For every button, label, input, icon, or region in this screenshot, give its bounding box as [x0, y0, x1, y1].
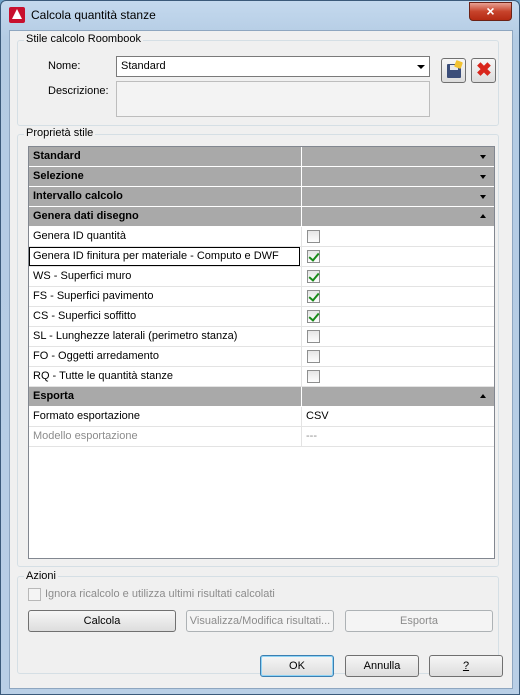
help-button[interactable]: ? — [429, 655, 503, 677]
property-checkbox[interactable] — [307, 290, 320, 303]
property-checkbox[interactable] — [307, 370, 320, 383]
property-value-cell — [301, 347, 492, 366]
title-bar[interactable]: Calcola quantità stanze × — [1, 1, 519, 29]
name-label: Nome: — [48, 60, 81, 72]
dialog-window: Calcola quantità stanze × Stile calcolo … — [0, 0, 520, 695]
property-value-cell — [301, 247, 492, 266]
autocad-logo-icon — [9, 7, 25, 23]
properties-group-label: Proprietà stile — [24, 127, 96, 139]
property-checkbox-row[interactable]: FO - Oggetti arredamento — [29, 347, 494, 367]
category-label: Esporta — [33, 390, 74, 402]
property-label: WS - Superfici muro — [33, 270, 132, 282]
chevron-down-icon[interactable] — [480, 155, 486, 159]
property-checkbox-row[interactable]: SL - Lunghezze laterali (perimetro stanz… — [29, 327, 494, 347]
dialog-client-area: Stile calcolo Roombook Nome: Standard ✖ … — [9, 30, 513, 689]
category-label: Standard — [33, 150, 81, 162]
actions-group-label: Azioni — [24, 570, 58, 582]
property-checkbox-row[interactable]: CS - Superfici soffitto — [29, 307, 494, 327]
chevron-down-icon[interactable] — [480, 175, 486, 179]
delete-style-button[interactable]: ✖ — [471, 58, 496, 83]
style-name-combo[interactable]: Standard — [116, 56, 430, 77]
property-category-row[interactable]: Standard — [29, 147, 494, 167]
cancel-button[interactable]: Annulla — [345, 655, 419, 677]
property-label: Genera ID quantità — [33, 230, 126, 242]
category-label: Genera dati disegno — [33, 210, 139, 222]
property-value: CSV — [301, 407, 492, 426]
save-style-icon — [447, 64, 461, 78]
property-checkbox[interactable] — [307, 230, 320, 243]
category-value-cell — [301, 167, 492, 186]
property-value-cell — [301, 267, 492, 286]
property-value-cell — [301, 307, 492, 326]
property-checkbox[interactable] — [307, 250, 320, 263]
property-checkbox[interactable] — [307, 310, 320, 323]
property-value: --- — [301, 427, 492, 446]
export-button[interactable]: Esporta — [345, 610, 493, 632]
property-value-cell — [301, 227, 492, 246]
property-label: Formato esportazione — [33, 410, 140, 422]
property-grid[interactable]: Standard Selezione Intervallo calcolo Gener… — [28, 146, 495, 559]
chevron-up-icon[interactable] — [480, 214, 486, 218]
property-value-cell — [301, 287, 492, 306]
style-group-label: Stile calcolo Roombook — [24, 33, 143, 45]
property-checkbox-row[interactable]: Genera ID finitura per materiale - Compu… — [29, 247, 494, 267]
property-category-row[interactable]: Intervallo calcolo — [29, 187, 494, 207]
close-button[interactable]: × — [469, 2, 512, 21]
chevron-down-icon — [417, 65, 425, 69]
property-checkbox[interactable] — [307, 330, 320, 343]
property-label: CS - Superfici soffitto — [33, 310, 137, 322]
property-label: FO - Oggetti arredamento — [33, 350, 159, 362]
category-value-cell — [301, 187, 492, 206]
property-checkbox-row[interactable]: FS - Superfici pavimento — [29, 287, 494, 307]
calculate-button[interactable]: Calcola — [28, 610, 176, 632]
category-label: Selezione — [33, 170, 84, 182]
window-title: Calcola quantità stanze — [31, 8, 156, 22]
property-checkbox-row[interactable]: RQ - Tutte le quantità stanze — [29, 367, 494, 387]
property-checkbox[interactable] — [307, 270, 320, 283]
help-label: ? — [462, 660, 470, 672]
view-edit-results-button[interactable]: Visualizza/Modifica risultati... — [186, 610, 334, 632]
property-label: RQ - Tutte le quantità stanze — [33, 370, 174, 382]
property-checkbox[interactable] — [307, 350, 320, 363]
property-label: SL - Lunghezze laterali (perimetro stanz… — [33, 330, 238, 342]
category-label: Intervallo calcolo — [33, 190, 123, 202]
property-label: Genera ID finitura per materiale - Compu… — [29, 247, 300, 266]
style-name-value: Standard — [121, 60, 166, 72]
property-label: FS - Superfici pavimento — [33, 290, 154, 302]
ignore-recalc-checkbox[interactable] — [28, 588, 41, 601]
property-text-row[interactable]: Formato esportazione CSV — [29, 407, 494, 427]
category-value-cell — [301, 387, 492, 406]
property-value-cell — [301, 367, 492, 386]
property-category-row[interactable]: Genera dati disegno — [29, 207, 494, 227]
property-label: Modello esportazione — [33, 430, 138, 442]
description-field[interactable] — [116, 81, 430, 117]
ignore-recalc-label: Ignora ricalcolo e utilizza ultimi risul… — [45, 588, 275, 600]
category-value-cell — [301, 207, 492, 226]
category-value-cell — [301, 147, 492, 166]
chevron-up-icon[interactable] — [480, 394, 486, 398]
property-checkbox-row[interactable]: WS - Superfici muro — [29, 267, 494, 287]
property-checkbox-row[interactable]: Genera ID quantità — [29, 227, 494, 247]
property-category-row[interactable]: Selezione — [29, 167, 494, 187]
delete-style-icon: ✖ — [476, 60, 492, 81]
ok-button[interactable]: OK — [260, 655, 334, 677]
property-value-cell — [301, 327, 492, 346]
property-text-row[interactable]: Modello esportazione --- — [29, 427, 494, 447]
property-category-row[interactable]: Esporta — [29, 387, 494, 407]
chevron-down-icon[interactable] — [480, 195, 486, 199]
description-label: Descrizione: — [48, 85, 109, 97]
save-style-button[interactable] — [441, 58, 466, 83]
